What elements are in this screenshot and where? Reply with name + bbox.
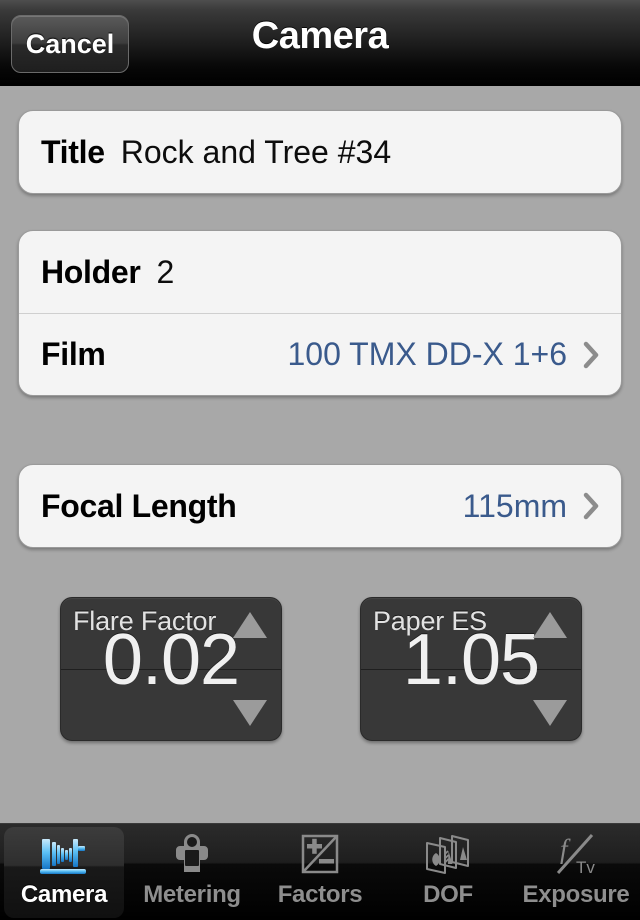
plus-minus-icon xyxy=(293,830,347,880)
title-label: Title xyxy=(41,133,105,170)
decrement-arrow-down-icon[interactable] xyxy=(533,700,567,726)
view-camera-icon xyxy=(37,830,91,880)
increment-arrow-up-icon[interactable] xyxy=(533,612,567,638)
holder-label: Holder xyxy=(41,253,141,290)
chevron-right-icon xyxy=(583,492,599,520)
tab-camera-label: Camera xyxy=(20,881,108,908)
f-over-tv-icon: f Tv xyxy=(549,830,603,880)
tab-dof[interactable]: DOF xyxy=(384,824,512,920)
tab-exposure-label: Exposure xyxy=(522,881,630,908)
chevron-right-icon xyxy=(583,341,599,369)
tab-exposure[interactable]: f Tv Exposure xyxy=(512,824,640,920)
tab-bar: Camera Metering Factors DOF f Tv Exposur… xyxy=(0,823,640,920)
focal-length-value: 115mm xyxy=(462,487,567,524)
tab-metering[interactable]: Metering xyxy=(128,824,256,920)
tab-metering-label: Metering xyxy=(143,881,241,908)
title-card: Title Rock and Tree #34 xyxy=(18,110,622,194)
navigation-bar: Camera Cancel xyxy=(0,0,640,86)
light-meter-icon xyxy=(165,830,219,880)
focal-length-label: Focal Length xyxy=(41,487,237,524)
tab-factors-label: Factors xyxy=(277,881,363,908)
app-screen: Camera Cancel Title Rock and Tree #34 Ho… xyxy=(0,0,640,920)
tab-camera[interactable]: Camera xyxy=(0,824,128,920)
decrement-arrow-down-icon[interactable] xyxy=(233,700,267,726)
title-value[interactable]: Rock and Tree #34 xyxy=(121,134,391,171)
photo-stack-icon xyxy=(421,830,475,880)
cancel-button[interactable]: Cancel xyxy=(11,15,129,73)
film-label: Film xyxy=(41,336,106,372)
svg-text:Tv: Tv xyxy=(576,858,595,877)
holder-value[interactable]: 2 xyxy=(157,254,175,291)
paper-es-stepper[interactable]: Paper ES 1.05 xyxy=(360,597,582,741)
film-value: 100 TMX DD-X 1+6 xyxy=(287,336,567,372)
increment-arrow-up-icon[interactable] xyxy=(233,612,267,638)
row-title[interactable]: Title Rock and Tree #34 xyxy=(19,111,621,193)
focal-length-card: Focal Length 115mm xyxy=(18,464,622,548)
holder-film-card: Holder 2 Film 100 TMX DD-X 1+6 xyxy=(18,230,622,396)
row-film[interactable]: Film 100 TMX DD-X 1+6 xyxy=(19,313,621,395)
tab-dof-label: DOF xyxy=(423,881,473,908)
row-holder[interactable]: Holder 2 xyxy=(19,231,621,313)
row-focal-length[interactable]: Focal Length 115mm xyxy=(19,465,621,547)
tab-factors[interactable]: Factors xyxy=(256,824,384,920)
flare-factor-stepper[interactable]: Flare Factor 0.02 xyxy=(60,597,282,741)
